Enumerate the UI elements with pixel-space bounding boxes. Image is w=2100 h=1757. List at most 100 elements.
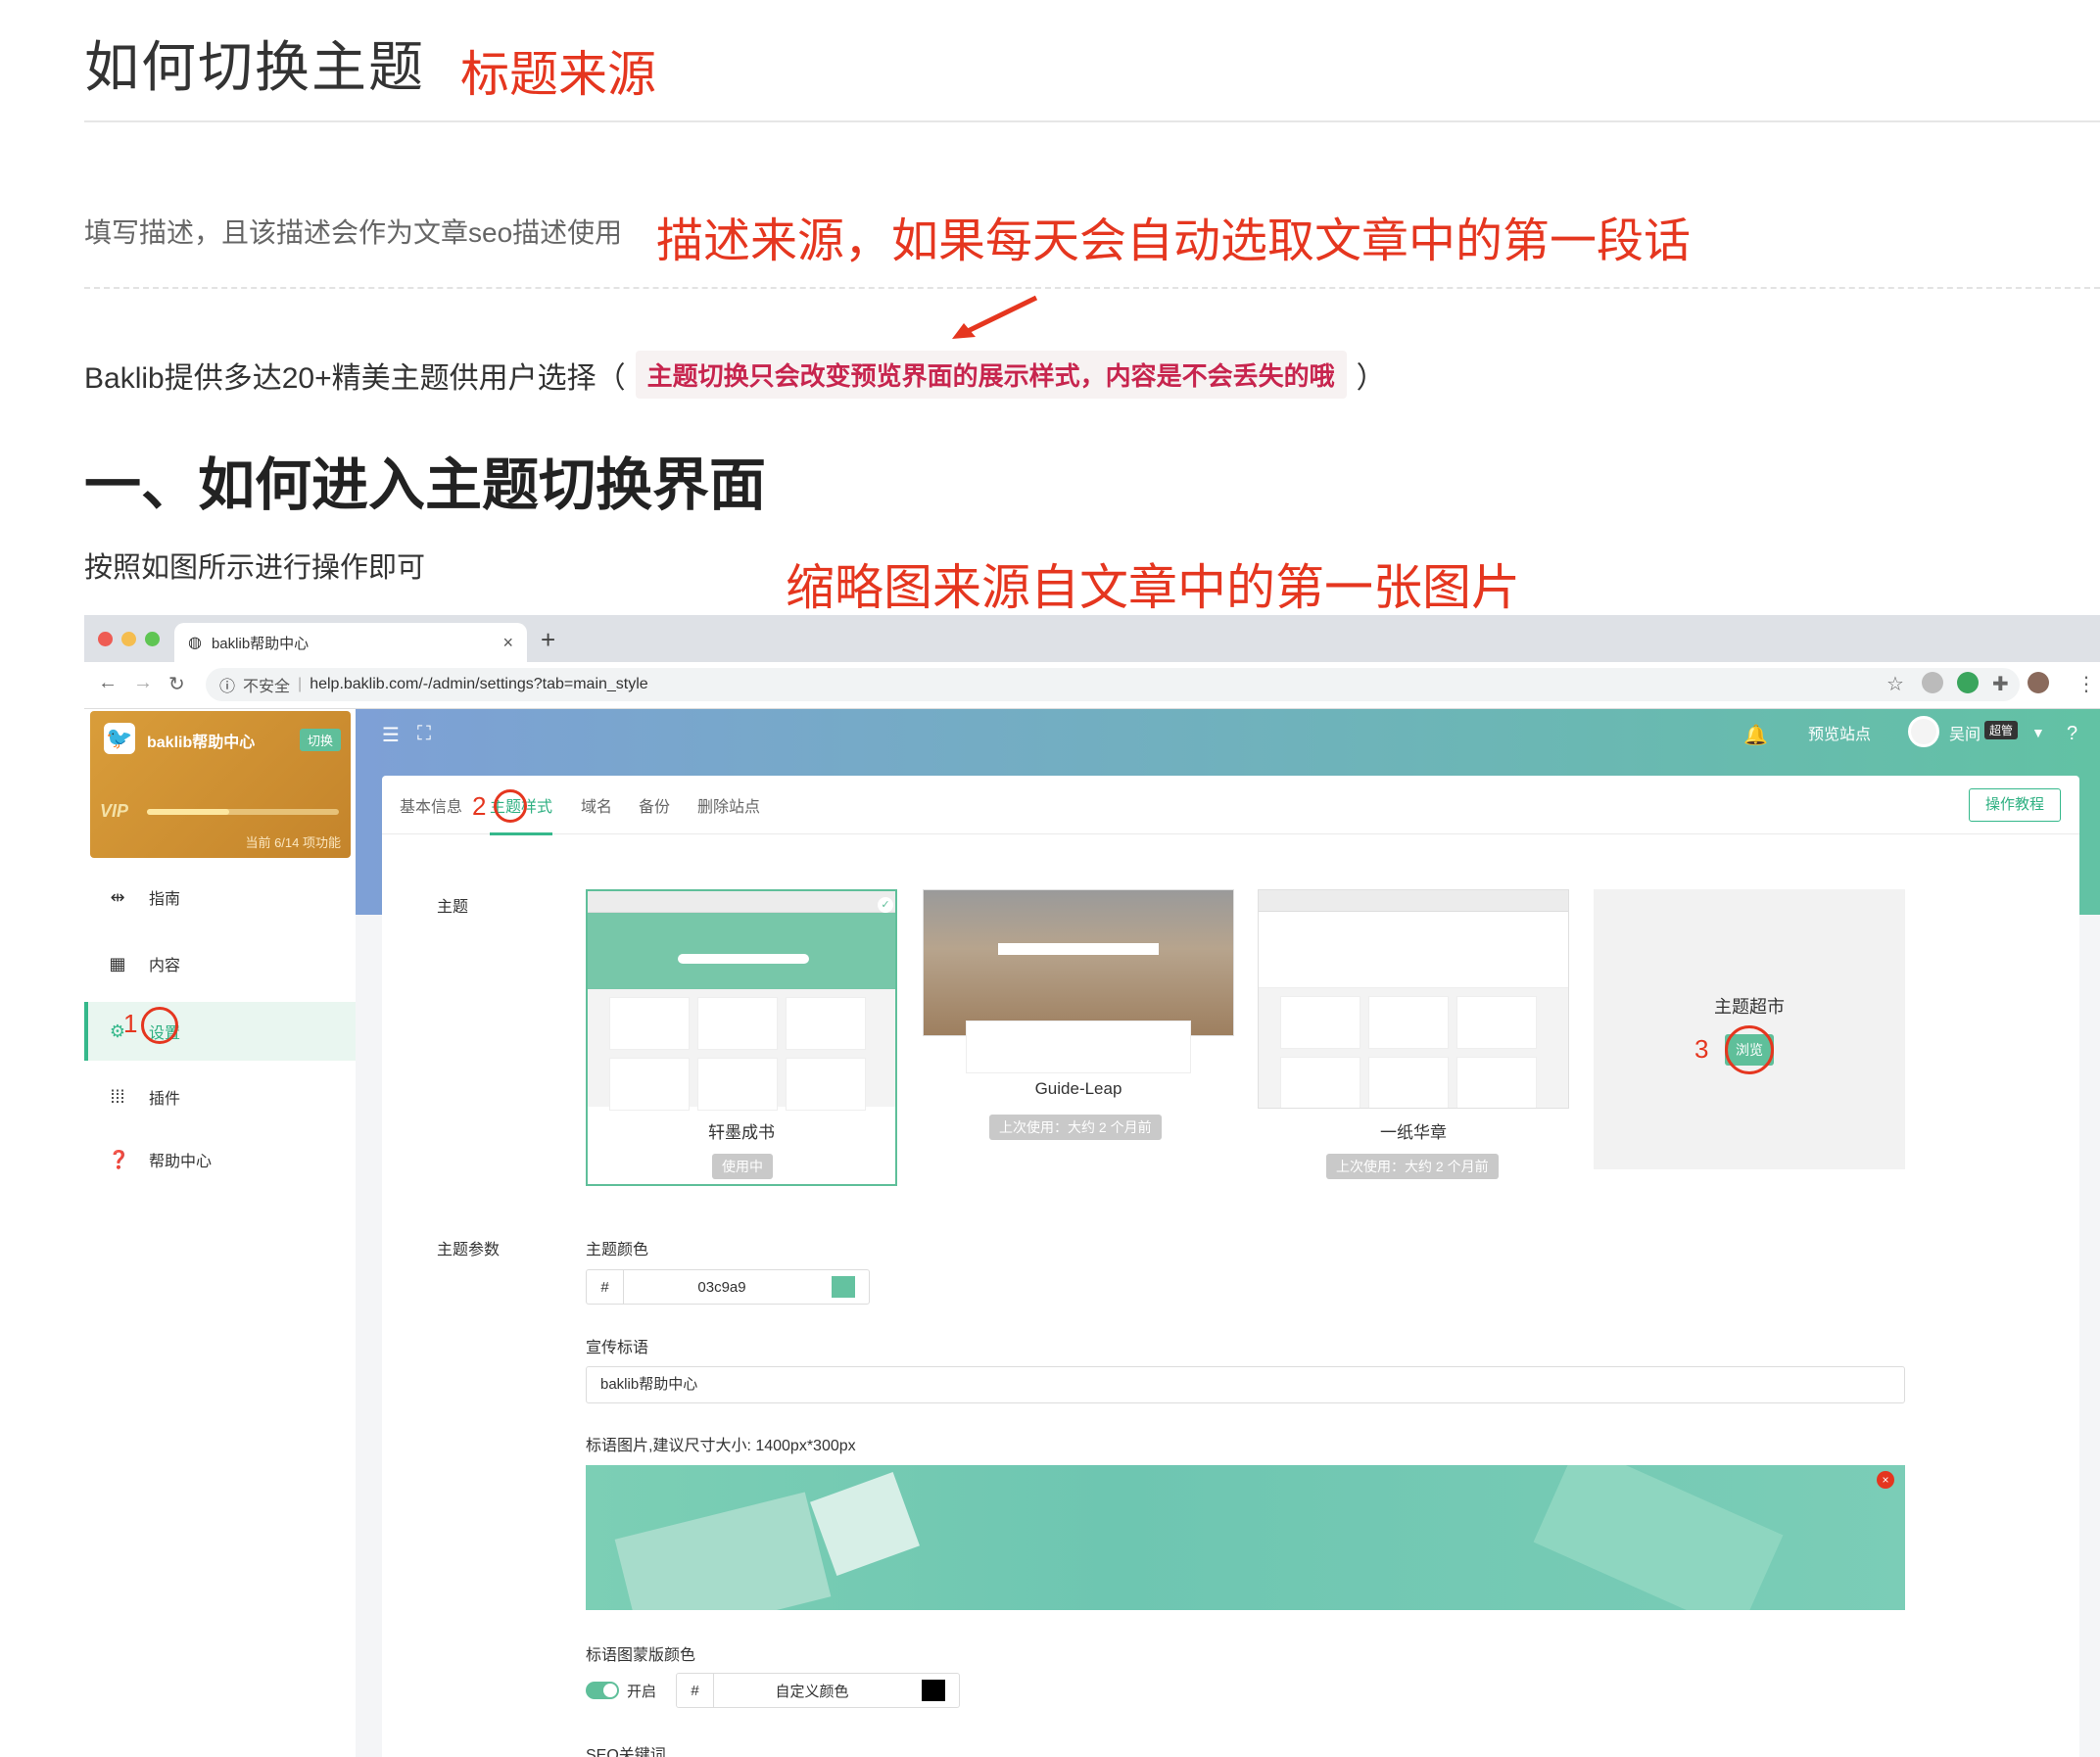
tab-close-icon[interactable]: ×	[502, 633, 513, 653]
back-icon[interactable]: ←	[98, 672, 118, 694]
embedded-screenshot: ◍ baklib帮助中心 × + ← → ↻ ⓘ 不安全 | help.bakl…	[84, 615, 2100, 1757]
guide-button[interactable]: 操作教程	[1969, 788, 2061, 822]
theme-label: 主题	[437, 899, 469, 916]
article-title: 如何切换主题	[84, 36, 425, 98]
minimize-window-icon[interactable]	[121, 632, 136, 646]
url-bar[interactable]: ⓘ 不安全 | help.baklib.com/-/admin/settings…	[206, 668, 2020, 701]
sidebar-item-plugins[interactable]: ⁞⁞⁞ 插件	[84, 1068, 356, 1126]
overlay-color-swatch[interactable]	[922, 1680, 945, 1701]
fullscreen-icon[interactable]: ⛶	[417, 723, 431, 745]
user-avatar[interactable]	[1908, 716, 1939, 747]
settings-tabs	[382, 776, 2079, 834]
theme-preview-card	[966, 1021, 1191, 1073]
theme-card-yizhi[interactable]	[1258, 889, 1569, 1109]
menu-toggle-icon[interactable]: ☰	[382, 723, 400, 747]
description-divider	[84, 287, 2100, 289]
color-label: 主题颜色	[586, 1242, 649, 1258]
reload-icon[interactable]: ↻	[168, 672, 185, 696]
extension-globe-icon[interactable]	[1922, 672, 1943, 693]
desert-preview	[924, 890, 1233, 1035]
annotation-description-source: 描述来源，如果每天会自动选取文章中的第一段话	[656, 215, 1692, 267]
puzzle-extensions-icon[interactable]: ✚	[1992, 672, 2009, 696]
close-window-icon[interactable]	[98, 632, 113, 646]
globe-icon: ◍	[188, 635, 202, 651]
theme-preview-header	[1259, 912, 1568, 988]
hero-image-label: 标语图片,建议尺寸大小: 1400px*300px	[586, 1438, 856, 1454]
intro-suffix: ）	[1356, 361, 1386, 395]
forward-icon[interactable]: →	[133, 672, 153, 694]
preview-site-link[interactable]: 预览站点	[1808, 721, 1871, 744]
slogan-label: 宣传标语	[586, 1340, 649, 1356]
slogan-input[interactable]: baklib帮助中心	[586, 1366, 1905, 1403]
sidebar	[84, 709, 356, 1757]
overlay-color-input[interactable]: # 自定义颜色	[676, 1673, 960, 1708]
toggle-label: 开启	[627, 1684, 657, 1700]
site-card: 🐦 baklib帮助中心 切换 VIP 当前 6/14 项功能	[90, 711, 351, 858]
tab-title: baklib帮助中心	[211, 635, 310, 652]
theme-name: 一纸华章	[1380, 1123, 1447, 1142]
maximize-window-icon[interactable]	[145, 632, 160, 646]
url-text: help.baklib.com/-/admin/settings?tab=mai…	[310, 676, 648, 692]
step-2-circle	[494, 789, 527, 823]
grid-icon: ▦	[109, 953, 126, 973]
sidebar-item-label: 帮助中心	[149, 1154, 213, 1170]
tab-delete-site[interactable]: 删除站点	[697, 793, 760, 817]
profile-avatar-icon[interactable]	[2028, 672, 2049, 693]
article-description: 填写描述，且该描述会作为文章seo描述使用	[84, 217, 623, 248]
intro-inline-code: 主题切换只会改变预览界面的展示样式，内容是不会丢失的哦	[635, 351, 1347, 399]
hash-prefix: #	[677, 1674, 714, 1707]
role-badge: 超管	[1984, 721, 2019, 739]
sidebar-item-content[interactable]: ▦ 内容	[84, 934, 356, 993]
sidebar-item-label: 内容	[149, 958, 181, 974]
vip-progress-fill	[147, 809, 229, 815]
step-1-circle	[141, 1007, 178, 1044]
sidebar-item-guide[interactable]: ⇹ 指南	[84, 868, 356, 926]
browser-menu-icon[interactable]: ⋮	[2076, 672, 2096, 696]
active-tab-indicator	[490, 832, 552, 835]
extension-green-icon[interactable]	[1957, 672, 1979, 693]
theme-preview-bar	[588, 891, 895, 913]
sidebar-item-help[interactable]: ❓ 帮助中心	[84, 1130, 356, 1189]
intro-prefix: Baklib提供多达20+精美主题供用户选择（	[84, 361, 626, 395]
theme-preview-header	[588, 913, 895, 989]
hero-image[interactable]: ×	[586, 1465, 1905, 1610]
step-1-number: 1	[123, 1009, 138, 1038]
insecure-label: 不安全	[243, 679, 291, 695]
step-3-circle	[1725, 1025, 1774, 1074]
browser-tab[interactable]: ◍ baklib帮助中心 ×	[174, 623, 527, 662]
overlay-toggle[interactable]	[586, 1682, 619, 1699]
question-icon[interactable]: ?	[2067, 723, 2077, 745]
annotation-title-source: 标题来源	[460, 47, 656, 102]
theme-status-badge: 上次使用：大约 2 个月前	[989, 1115, 1162, 1140]
help-icon: ❓	[108, 1149, 130, 1169]
tab-domain[interactable]: 域名	[581, 793, 612, 817]
apps-icon: ⁞⁞⁞	[110, 1086, 125, 1107]
switch-site-button[interactable]: 切换	[300, 729, 342, 751]
new-tab-button[interactable]: +	[541, 625, 555, 655]
sidebar-item-label: 插件	[149, 1091, 181, 1108]
tab-basic-info[interactable]: 基本信息	[400, 793, 462, 817]
annotation-arrow-icon	[952, 295, 1038, 339]
step-3-number: 3	[1694, 1034, 1709, 1064]
color-value: 03c9a9	[697, 1278, 746, 1296]
color-swatch[interactable]	[832, 1276, 855, 1298]
remove-image-icon[interactable]: ×	[1877, 1471, 1894, 1489]
title-divider	[84, 120, 2100, 122]
bell-icon[interactable]: 🔔	[1743, 723, 1768, 747]
seo-keywords-label: SEO关键词	[586, 1747, 666, 1757]
theme-card-guide-leap[interactable]	[923, 889, 1234, 1036]
follow-text: 按照如图所示进行操作即可	[84, 552, 426, 584]
vip-badge: VIP	[100, 801, 129, 821]
chevron-down-icon[interactable]: ▼	[2031, 725, 2045, 740]
bookmark-star-icon[interactable]: ☆	[1886, 672, 1904, 696]
tab-backup[interactable]: 备份	[639, 793, 670, 817]
hero-notebook-shape	[1533, 1465, 1784, 1610]
step-2-number: 2	[472, 791, 487, 821]
url-separator: |	[298, 676, 303, 692]
color-input[interactable]: # 03c9a9	[586, 1269, 870, 1305]
theme-status-badge: 上次使用：大约 2 个月前	[1326, 1154, 1499, 1179]
theme-market-title: 主题超市	[1714, 997, 1785, 1017]
user-name[interactable]: 吴间	[1949, 721, 1981, 744]
theme-preview-grid	[1259, 988, 1568, 1108]
params-label: 主题参数	[437, 1242, 501, 1258]
